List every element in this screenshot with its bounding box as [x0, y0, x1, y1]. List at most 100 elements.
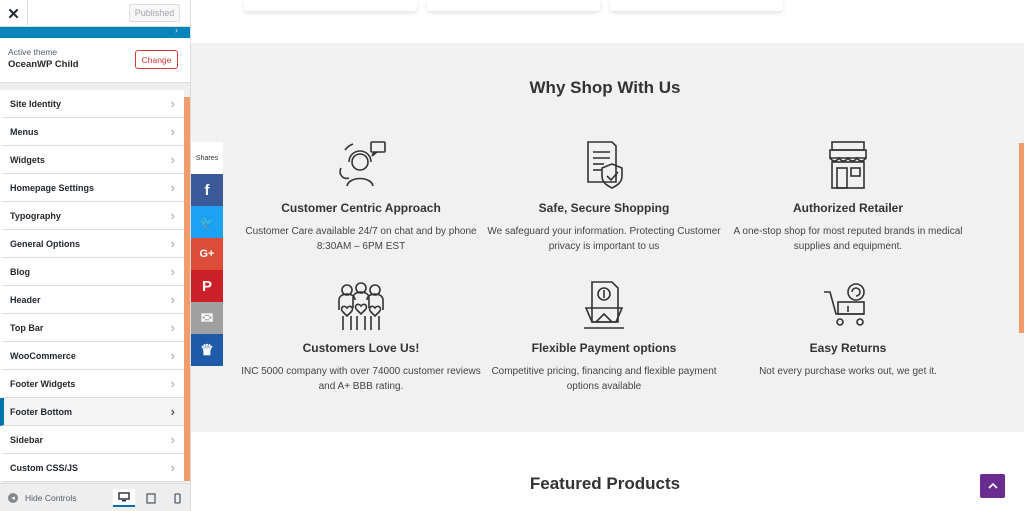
feature-authorized-retailer: Authorized Retailer A one-stop shop for … — [728, 138, 968, 254]
site-preview: Why Shop With Us Customer Centric Approa… — [191, 0, 1024, 511]
feature-description: A one-stop shop for most reputed brands … — [733, 226, 963, 252]
feature-description: Competitive pricing, financing and flexi… — [491, 366, 717, 392]
chevron-right-icon: › — [170, 152, 175, 167]
sidebar-item-homepage-settings[interactable]: Homepage Settings › — [0, 174, 184, 202]
feature-secure-shopping: Safe, Secure Shopping We safeguard your … — [484, 138, 724, 254]
storefront-icon — [829, 141, 867, 189]
menu-item-label: Footer Bottom — [10, 407, 72, 417]
sidebar-item-woocommerce[interactable]: WooCommerce › — [0, 342, 184, 370]
menu-item-label: Footer Widgets — [10, 379, 76, 389]
twitter-share-icon[interactable]: 🐦 — [191, 206, 223, 238]
sidebar-item-site-identity[interactable]: Site Identity › — [0, 90, 184, 118]
pinterest-share-icon[interactable]: P — [191, 270, 223, 302]
menu-item-label: Menus — [10, 127, 39, 137]
feature-easy-returns: Easy Returns Not every purchase works ou… — [728, 278, 968, 379]
menu-item-label: WooCommerce — [10, 351, 76, 361]
product-card[interactable] — [244, 0, 417, 11]
menu-item-label: Header — [10, 295, 41, 305]
featured-products-title: Featured Products — [529, 474, 681, 493]
chevron-right-icon: › — [170, 180, 175, 195]
active-theme-name: OceanWP Child — [8, 59, 79, 70]
google-plus-share-icon[interactable]: G+ — [191, 238, 223, 270]
section-title: Why Shop With Us — [529, 78, 681, 97]
chevron-right-icon: › — [170, 460, 175, 475]
chevron-right-icon: › — [170, 376, 175, 391]
sidebar-item-general-options[interactable]: General Options › — [0, 230, 184, 258]
sidebar-item-sidebar[interactable]: Sidebar › — [0, 426, 184, 454]
chevron-up-icon — [987, 482, 998, 489]
secure-document-icon — [587, 141, 623, 189]
feature-description: Not every purchase works out, we get it. — [759, 366, 937, 377]
active-theme-label: Active theme — [8, 47, 58, 57]
preview-scrollbar[interactable] — [1019, 143, 1024, 333]
chevron-right-icon: › — [170, 208, 175, 223]
feature-title: Customer Centric Approach — [281, 201, 441, 215]
scroll-to-top-button[interactable] — [980, 474, 1005, 498]
why-shop-section: Why Shop With Us Customer Centric Approa… — [191, 43, 1024, 432]
customizer-menu: Site Identity › Menus › Widgets › Homepage Set… — [0, 90, 184, 482]
return-cart-icon — [824, 283, 865, 326]
chevron-right-icon: › — [170, 432, 175, 447]
feature-description: We safeguard your information. Protectin… — [487, 226, 721, 252]
feature-title: Authorized Retailer — [792, 201, 903, 215]
chevron-right-icon: › — [170, 292, 175, 307]
feature-title: Customers Love Us! — [302, 341, 420, 355]
chevron-right-icon: › — [170, 320, 175, 335]
hide-controls-icon[interactable]: ◂ — [8, 493, 18, 503]
desktop-preview-icon[interactable] — [113, 489, 135, 507]
payment-options-icon — [584, 281, 624, 329]
facebook-share-icon[interactable]: f — [191, 174, 223, 206]
feature-title: Safe, Secure Shopping — [538, 201, 670, 215]
feature-customers-love-us: Customers Love Us! INC 5000 company with… — [241, 278, 481, 394]
menu-item-label: Site Identity — [10, 99, 62, 109]
sumo-share-icon[interactable]: ♛ — [191, 334, 223, 366]
menu-item-label: Widgets — [10, 155, 45, 165]
customizer-panel: ✕ Published › Active theme OceanWP Child… — [0, 0, 191, 511]
happy-customers-icon — [338, 282, 384, 330]
chevron-right-icon: › — [170, 236, 175, 251]
chevron-right-icon: › — [170, 348, 175, 363]
mobile-preview-icon[interactable] — [166, 489, 188, 507]
feature-title: Flexible Payment options — [531, 341, 677, 355]
chevron-right-icon: › — [170, 96, 175, 111]
publish-button[interactable]: Published — [129, 4, 180, 22]
menu-item-label: General Options — [10, 239, 81, 249]
feature-title: Easy Returns — [809, 341, 887, 355]
product-card[interactable] — [610, 0, 783, 11]
menu-item-label: Top Bar — [10, 323, 44, 333]
share-sidebar: Shares f 🐦 G+ P ✉ ♛ — [191, 142, 223, 366]
sidebar-item-custom-css-js[interactable]: Custom CSS/JS › — [0, 454, 184, 482]
sidebar-item-menus[interactable]: Menus › — [0, 118, 184, 146]
panel-scrollbar[interactable] — [184, 97, 190, 481]
change-theme-button[interactable]: Change — [135, 50, 178, 69]
feature-description: Customer Care available 24/7 on chat and… — [245, 226, 477, 252]
customizer-header: ✕ Published — [0, 0, 190, 27]
menu-item-label: Homepage Settings — [10, 183, 95, 193]
email-share-icon[interactable]: ✉ — [191, 302, 223, 334]
sidebar-item-top-bar[interactable]: Top Bar › — [0, 314, 184, 342]
customizer-footer: ◂ Hide Controls — [0, 483, 190, 511]
menu-item-label: Typography — [10, 211, 61, 221]
hide-controls-label[interactable]: Hide Controls — [25, 493, 77, 503]
sidebar-item-header[interactable]: Header › — [0, 286, 184, 314]
sidebar-item-widgets[interactable]: Widgets › — [0, 146, 184, 174]
sidebar-item-typography[interactable]: Typography › — [0, 202, 184, 230]
top-strip — [191, 0, 1024, 43]
sidebar-item-footer-bottom[interactable]: Footer Bottom › — [0, 398, 184, 426]
customizer-info-bar: › — [0, 25, 190, 38]
active-theme-section: Active theme OceanWP Child Change — [0, 38, 190, 83]
chevron-right-icon: › — [170, 404, 175, 419]
feature-description: INC 5000 company with over 74000 custome… — [241, 366, 481, 392]
customer-support-icon — [339, 141, 386, 187]
tablet-preview-icon[interactable] — [140, 489, 162, 507]
sidebar-item-blog[interactable]: Blog › — [0, 258, 184, 286]
menu-item-label: Custom CSS/JS — [10, 463, 79, 473]
chevron-icon: › — [175, 25, 178, 35]
close-icon[interactable]: ✕ — [0, 0, 28, 27]
product-card[interactable] — [427, 0, 600, 11]
sidebar-item-footer-widgets[interactable]: Footer Widgets › — [0, 370, 184, 398]
feature-customer-centric: Customer Centric Approach Customer Care … — [241, 138, 481, 254]
chevron-right-icon: › — [170, 124, 175, 139]
menu-item-label: Sidebar — [10, 435, 44, 445]
chevron-right-icon: › — [170, 264, 175, 279]
